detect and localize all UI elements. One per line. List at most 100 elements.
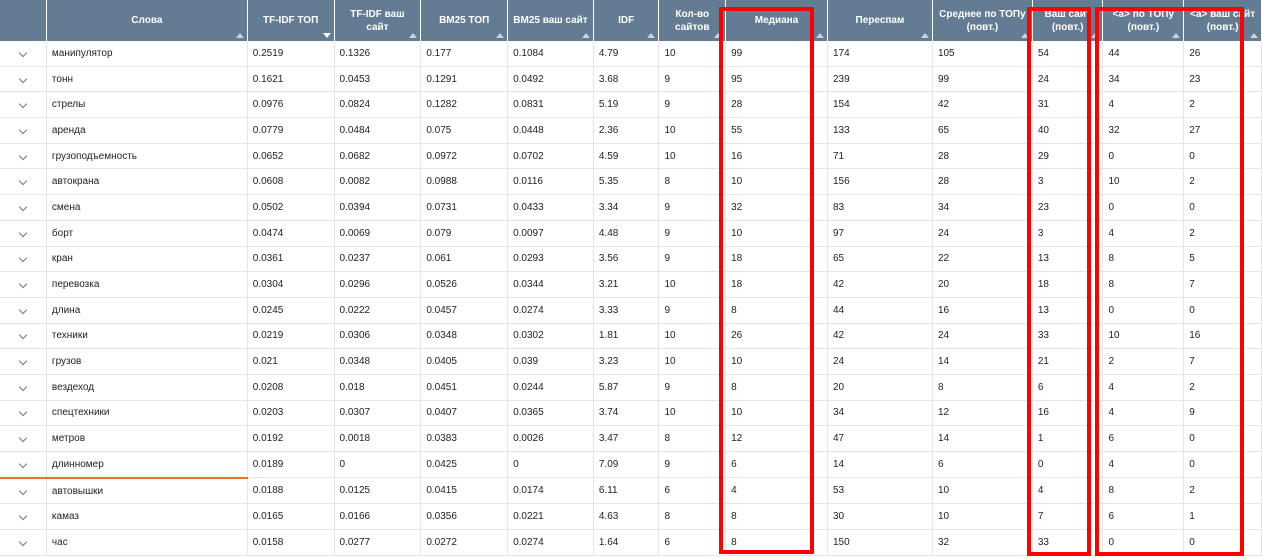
chevron-down-icon[interactable] <box>18 151 28 160</box>
table-cell: 3.56 <box>593 246 660 273</box>
expand-row-button[interactable] <box>0 117 47 144</box>
sort-icon[interactable] <box>1172 33 1181 38</box>
expand-row-button[interactable] <box>0 425 47 452</box>
table-cell: 0.1291 <box>420 66 509 93</box>
table-cell: 2 <box>1183 168 1262 196</box>
sort-icon[interactable] <box>1250 33 1258 38</box>
table-cell: 0.0274 <box>507 297 594 324</box>
word-cell: грузов <box>46 348 248 375</box>
table-cell: 0 <box>1102 297 1185 324</box>
expand-row-button[interactable] <box>0 297 47 324</box>
table-cell: 9 <box>658 374 727 401</box>
sort-icon[interactable] <box>496 33 505 38</box>
table-cell: 99 <box>725 41 828 67</box>
table-cell: 3 <box>1032 220 1104 247</box>
expand-row-button[interactable] <box>0 477 47 505</box>
table-cell: 2 <box>1183 220 1262 247</box>
chevron-down-icon[interactable] <box>18 356 28 366</box>
sort-icon[interactable] <box>1020 33 1029 38</box>
header-avg-top[interactable]: Среднее по ТОПу (повт.) <box>932 0 1033 41</box>
header-tfidf-site[interactable]: TF-IDF ваш сайт <box>334 0 422 41</box>
sort-icon[interactable] <box>714 33 723 38</box>
expand-row-button[interactable] <box>0 323 47 350</box>
expand-row-button[interactable] <box>0 348 47 375</box>
table-cell: 0.0474 <box>247 220 335 247</box>
table-cell: 26 <box>725 323 828 350</box>
expand-row-button[interactable] <box>0 66 47 93</box>
table-cell: 0.0188 <box>247 477 335 505</box>
chevron-down-icon[interactable] <box>18 279 28 289</box>
table-cell: 0 <box>334 451 422 479</box>
expand-row-button[interactable] <box>0 246 47 273</box>
table-cell: 0.0222 <box>334 297 422 324</box>
expand-row-button[interactable] <box>0 194 47 221</box>
header-idf[interactable]: IDF <box>593 0 660 41</box>
word-cell: длина <box>46 297 248 324</box>
chevron-down-icon[interactable] <box>18 511 28 521</box>
sort-icon[interactable] <box>235 33 244 38</box>
chevron-down-icon[interactable] <box>18 254 28 263</box>
table-cell: 8 <box>725 374 828 401</box>
word-cell: смена <box>46 194 248 221</box>
table-cell: 4 <box>1102 451 1185 479</box>
chevron-down-icon[interactable] <box>18 125 28 135</box>
chevron-down-icon[interactable] <box>18 486 28 495</box>
sort-icon[interactable] <box>815 33 824 38</box>
chevron-down-icon[interactable] <box>18 99 28 109</box>
chevron-down-icon[interactable] <box>18 459 28 469</box>
header-tfidf-top[interactable]: TF-IDF ТОП <box>247 0 335 41</box>
table-cell: 33 <box>1032 323 1104 350</box>
header-words[interactable]: Слова <box>46 0 248 41</box>
expand-row-button[interactable] <box>0 91 47 119</box>
chevron-down-icon[interactable] <box>18 382 28 392</box>
header-a-top[interactable]: <a> по ТОПу (повт.) <box>1102 0 1185 41</box>
sort-icon[interactable] <box>581 33 590 38</box>
header-bm25-top[interactable]: BM25 ТОП <box>420 0 509 41</box>
chevron-down-icon[interactable] <box>18 433 28 443</box>
chevron-down-icon[interactable] <box>18 305 28 314</box>
chevron-down-icon[interactable] <box>18 177 28 186</box>
expand-row-button[interactable] <box>0 529 47 556</box>
table-cell: 14 <box>827 451 933 479</box>
header-median[interactable]: Медиана <box>725 0 828 41</box>
header-bm25-site[interactable]: BM25 ваш сайт <box>507 0 594 41</box>
chevron-down-icon[interactable] <box>18 228 28 237</box>
chevron-down-icon[interactable] <box>18 48 28 58</box>
expand-row-button[interactable] <box>0 143 47 170</box>
header-your-site[interactable]: Ваш сайт (повт.) <box>1032 0 1104 41</box>
table-cell: 4 <box>1102 374 1185 401</box>
expand-row-button[interactable] <box>0 220 47 247</box>
table-cell: 4 <box>1102 220 1185 247</box>
table-cell: 3.68 <box>593 66 660 93</box>
expand-row-button[interactable] <box>0 41 47 67</box>
table-cell: 0.0348 <box>420 323 509 350</box>
table-cell: 4 <box>1102 400 1185 427</box>
expand-row-button[interactable] <box>0 503 47 531</box>
table-cell: 0.0244 <box>507 374 594 401</box>
table-cell: 42 <box>827 271 933 298</box>
table-cell: 28 <box>932 168 1033 196</box>
expand-row-button[interactable] <box>0 374 47 401</box>
table-cell: 0.0356 <box>420 503 509 531</box>
expand-row-button[interactable] <box>0 271 47 298</box>
sort-desc-icon[interactable] <box>322 33 331 38</box>
expand-row-button[interactable] <box>0 400 47 427</box>
header-a-site[interactable]: <a> ваш сайт (повт.) <box>1183 0 1262 41</box>
table-cell: 4 <box>1032 477 1104 505</box>
table-cell: 5 <box>1183 246 1262 273</box>
sort-icon[interactable] <box>647 33 656 38</box>
chevron-down-icon[interactable] <box>18 408 28 417</box>
chevron-down-icon[interactable] <box>18 74 28 83</box>
header-overspam[interactable]: Переспам <box>827 0 933 41</box>
sort-icon[interactable] <box>920 33 929 38</box>
chevron-down-icon[interactable] <box>18 331 28 340</box>
expand-row-button[interactable] <box>0 168 47 196</box>
table-cell: 0.0097 <box>507 220 594 247</box>
expand-row-button[interactable] <box>0 451 47 479</box>
chevron-down-icon[interactable] <box>18 202 28 212</box>
chevron-down-icon[interactable] <box>18 537 28 547</box>
sort-icon[interactable] <box>409 33 418 38</box>
header-sites-count[interactable]: Кол-во сайтов <box>658 0 727 41</box>
table-row: длинномер 0.0189 0 0.0425 0 7.09 9 6 14 6 0 4 0 <box>0 451 1262 479</box>
sort-icon[interactable] <box>1091 33 1100 38</box>
